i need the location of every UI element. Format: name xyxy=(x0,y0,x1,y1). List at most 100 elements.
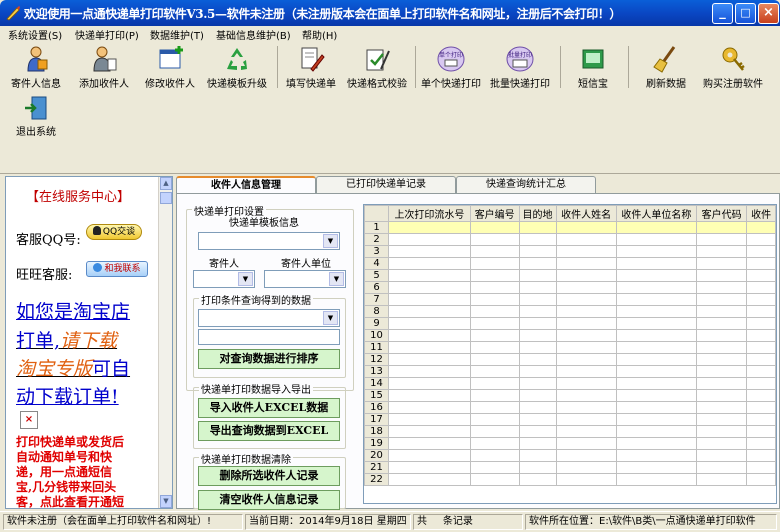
row-number[interactable]: 10 xyxy=(364,329,390,342)
grid-cell[interactable] xyxy=(555,257,617,270)
grid-cell[interactable] xyxy=(555,377,617,390)
grid-cell[interactable] xyxy=(696,365,748,378)
grid-cell[interactable] xyxy=(696,377,748,390)
row-number[interactable]: 21 xyxy=(364,461,390,474)
tab-recipient-management[interactable]: 收件人信息管理 xyxy=(176,176,316,194)
grid-cell[interactable] xyxy=(518,389,557,402)
column-header[interactable]: 目的地 xyxy=(518,205,557,222)
template-upgrade-button[interactable]: 快递模板升级 xyxy=(205,45,269,90)
grid-cell[interactable] xyxy=(388,389,471,402)
row-number[interactable]: 5 xyxy=(364,269,390,282)
grid-cell[interactable] xyxy=(746,413,776,426)
grid-cell[interactable] xyxy=(615,317,698,330)
grid-cell[interactable] xyxy=(555,221,617,234)
grid-cell[interactable] xyxy=(555,233,617,246)
grid-cell[interactable] xyxy=(696,449,748,462)
grid-cell[interactable] xyxy=(555,425,617,438)
grid-corner-cell[interactable] xyxy=(364,205,390,222)
taobao-promo-line1[interactable]: 如您是淘宝店 xyxy=(16,297,130,324)
taobao-promo-line2[interactable]: 打单,请下载 xyxy=(16,326,117,353)
grid-cell[interactable] xyxy=(388,377,471,390)
table-row[interactable]: 10 xyxy=(364,329,776,342)
grid-cell[interactable] xyxy=(696,245,748,258)
grid-cell[interactable] xyxy=(388,461,471,474)
table-row[interactable]: 22 xyxy=(364,473,776,486)
scroll-up-icon[interactable]: ▲ xyxy=(160,177,172,190)
grid-cell[interactable] xyxy=(696,257,748,270)
edit-recipient-button[interactable]: 修改收件人 xyxy=(142,45,198,90)
table-row[interactable]: 14 xyxy=(364,377,776,390)
grid-cell[interactable] xyxy=(746,305,776,318)
row-number[interactable]: 6 xyxy=(364,281,390,294)
wangwang-contact-button[interactable]: 和我联系 xyxy=(86,261,148,277)
grid-cell[interactable] xyxy=(696,437,748,450)
row-number[interactable]: 11 xyxy=(364,341,390,354)
grid-cell[interactable] xyxy=(615,473,698,486)
grid-cell[interactable] xyxy=(518,269,557,282)
grid-cell[interactable] xyxy=(746,365,776,378)
grid-cell[interactable] xyxy=(518,437,557,450)
grid-cell[interactable] xyxy=(469,473,520,486)
grid-cell[interactable] xyxy=(696,233,748,246)
grid-cell[interactable] xyxy=(746,377,776,390)
row-number[interactable]: 19 xyxy=(364,437,390,450)
grid-cell[interactable] xyxy=(555,269,617,282)
table-row[interactable]: 6 xyxy=(364,281,776,294)
grid-cell[interactable] xyxy=(469,305,520,318)
row-number[interactable]: 7 xyxy=(364,293,390,306)
grid-cell[interactable] xyxy=(696,353,748,366)
grid-cell[interactable] xyxy=(469,401,520,414)
table-row[interactable]: 19 xyxy=(364,437,776,450)
grid-cell[interactable] xyxy=(469,365,520,378)
tab-printed-records[interactable]: 已打印快递单记录 xyxy=(316,176,456,194)
grid-cell[interactable] xyxy=(388,449,471,462)
chevron-down-icon[interactable]: ▼ xyxy=(238,272,253,286)
grid-cell[interactable] xyxy=(615,245,698,258)
grid-cell[interactable] xyxy=(388,293,471,306)
delete-selected-button[interactable]: 删除所选收件人记录 xyxy=(198,466,340,486)
grid-cell[interactable] xyxy=(555,437,617,450)
grid-cell[interactable] xyxy=(615,341,698,354)
grid-cell[interactable] xyxy=(746,257,776,270)
grid-cell[interactable] xyxy=(469,233,520,246)
grid-cell[interactable] xyxy=(518,401,557,414)
menu-data-maintenance[interactable]: 数据维护(T) xyxy=(150,27,204,42)
add-recipient-button[interactable]: 添加收件人 xyxy=(76,45,132,90)
grid-cell[interactable] xyxy=(388,365,471,378)
grid-cell[interactable] xyxy=(518,317,557,330)
import-excel-button[interactable]: 导入收件人EXCEL数据 xyxy=(198,398,340,418)
grid-cell[interactable] xyxy=(746,245,776,258)
row-number[interactable]: 15 xyxy=(364,389,390,402)
grid-cell[interactable] xyxy=(518,305,557,318)
grid-cell[interactable] xyxy=(615,233,698,246)
grid-cell[interactable] xyxy=(388,305,471,318)
grid-cell[interactable] xyxy=(555,461,617,474)
grid-cell[interactable] xyxy=(615,353,698,366)
column-header[interactable]: 上次打印流水号 xyxy=(388,205,471,222)
grid-cell[interactable] xyxy=(388,401,471,414)
grid-cell[interactable] xyxy=(746,353,776,366)
grid-cell[interactable] xyxy=(746,401,776,414)
grid-cell[interactable] xyxy=(388,281,471,294)
grid-cell[interactable] xyxy=(696,341,748,354)
grid-cell[interactable] xyxy=(696,401,748,414)
row-number[interactable]: 9 xyxy=(364,317,390,330)
column-header[interactable]: 客户代码 xyxy=(696,205,748,222)
grid-cell[interactable] xyxy=(555,473,617,486)
grid-cell[interactable] xyxy=(469,245,520,258)
qq-chat-button[interactable]: QQ交谈 xyxy=(86,224,142,240)
menu-help[interactable]: 帮助(H) xyxy=(302,27,337,42)
grid-cell[interactable] xyxy=(518,281,557,294)
column-header[interactable]: 收件人姓名 xyxy=(555,205,617,222)
grid-cell[interactable] xyxy=(615,281,698,294)
grid-cell[interactable] xyxy=(615,449,698,462)
grid-cell[interactable] xyxy=(518,413,557,426)
grid-cell[interactable] xyxy=(388,269,471,282)
grid-cell[interactable] xyxy=(555,281,617,294)
recipient-grid[interactable]: 上次打印流水号 客户编号 目的地 收件人姓名 收件人单位名称 客户代码 收件 1… xyxy=(363,204,777,504)
grid-cell[interactable] xyxy=(388,473,471,486)
grid-cell[interactable] xyxy=(746,293,776,306)
row-number[interactable]: 22 xyxy=(364,473,390,486)
grid-cell[interactable] xyxy=(518,425,557,438)
grid-cell[interactable] xyxy=(746,341,776,354)
